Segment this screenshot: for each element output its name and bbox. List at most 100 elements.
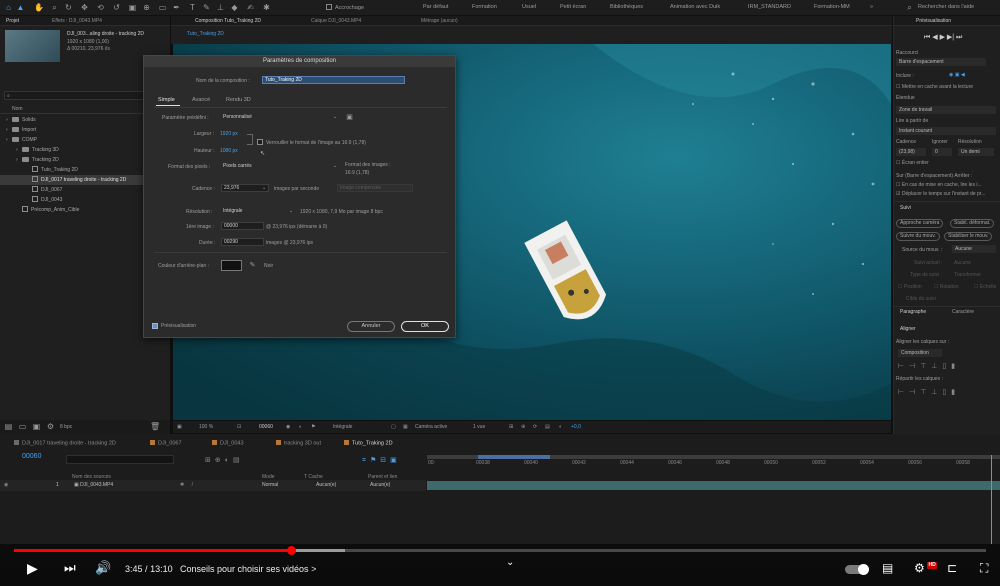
align-buttons[interactable]: ⊢⊣⊤⊥▯▮ xyxy=(898,362,960,370)
timeline-search-input[interactable] xyxy=(66,455,174,464)
current-timecode[interactable]: 00060 xyxy=(259,424,273,430)
play-from-dropdown[interactable]: Instant courant xyxy=(896,127,996,135)
always-preview-icon[interactable]: ▣ xyxy=(177,424,182,430)
column-name-header[interactable]: Nom xyxy=(12,106,23,112)
settings-icon[interactable]: ⚙ xyxy=(914,561,925,575)
frame-rate-dropdown[interactable]: (23,98) xyxy=(896,148,926,156)
chevron-down-icon[interactable]: ⌄ xyxy=(506,557,514,568)
tab-effects[interactable]: Effets : DJI_0043.MP4 xyxy=(52,18,102,24)
resolution-dropdown[interactable]: Intégrale ⌄ xyxy=(223,207,295,215)
timeline-tab[interactable]: DJI_0017 traveling droite - tracking 2D xyxy=(14,440,116,447)
visibility-icon[interactable]: ◉ xyxy=(4,482,8,488)
eyedropper-icon[interactable]: ✎ xyxy=(248,261,257,270)
resolution-dropdown[interactable]: Intégrale xyxy=(333,424,352,430)
fit-icon[interactable]: ⊡ xyxy=(237,424,241,430)
move-tool-icon[interactable]: ✥ xyxy=(80,3,89,12)
track-camera-button[interactable]: Approche caméra xyxy=(896,219,944,228)
toggle-mask-icon[interactable]: ⚑ xyxy=(311,424,315,430)
subtitles-icon[interactable]: ▤ xyxy=(882,561,893,575)
distribute-buttons[interactable]: ⊢⊣⊤⊥▯▮ xyxy=(898,388,960,396)
timeline-tab[interactable]: tracking 3D out xyxy=(276,440,321,447)
eraser-tool-icon[interactable]: ◆ xyxy=(230,3,239,12)
align-to-dropdown[interactable]: Composition xyxy=(898,349,942,357)
tab-simple[interactable]: Simple xyxy=(158,97,175,103)
layer-switches[interactable]: ✱ / xyxy=(180,482,196,488)
fullscreen-checkbox[interactable]: ☐ Écran entier xyxy=(896,160,929,166)
range-dropdown[interactable]: Zone de travail xyxy=(896,106,996,114)
exposure-value[interactable]: +0,0 xyxy=(571,424,581,430)
rotation-tool-icon[interactable]: ↺ xyxy=(112,3,121,12)
workspace-menu-icon[interactable]: » xyxy=(870,4,873,10)
puppet-tool-icon[interactable]: ✱ xyxy=(262,3,271,12)
preview-checkbox[interactable] xyxy=(152,323,158,329)
cache-checkbox[interactable]: ☐ Mettre en cache avant la lecture xyxy=(896,84,973,90)
chapter-button[interactable]: Conseils pour choisir ses vidéos > xyxy=(180,564,316,574)
roto-brush-icon[interactable]: ✍ xyxy=(246,3,255,12)
pen-tool-icon[interactable]: ✒ xyxy=(172,3,181,12)
tab-footage[interactable]: Métrage (aucun) xyxy=(421,18,458,24)
motion-source-dropdown[interactable]: Aucune xyxy=(952,245,996,253)
fast-preview-icon[interactable]: ⟳ xyxy=(533,424,537,430)
new-comp-icon[interactable]: ▣ xyxy=(32,422,41,431)
brush-tool-icon[interactable]: ✎ xyxy=(202,3,211,12)
layer-duration-bar[interactable] xyxy=(427,481,1000,490)
start-frame-input[interactable]: 00000 xyxy=(221,222,264,230)
timeline-tab[interactable]: Tuto_Traking 2D xyxy=(344,440,393,447)
tab-advanced[interactable]: Avancé xyxy=(192,97,210,103)
track-motion-button[interactable]: Suivre du mouv. xyxy=(896,232,940,241)
preset-dropdown[interactable]: Personnalisé ⌄ xyxy=(223,113,339,121)
play-icon[interactable]: ▶ xyxy=(27,560,38,577)
tab-layer[interactable]: Calque DJI_0043.MP4 xyxy=(311,18,361,24)
camera-snapshot-icon[interactable]: ◉ xyxy=(286,424,290,430)
res-dropdown[interactable]: Un demi xyxy=(958,148,994,156)
project-search-input[interactable]: ⌕ xyxy=(4,91,166,100)
shortcut-dropdown[interactable]: Barre d'espacement xyxy=(896,58,986,66)
layer-parent-dropdown[interactable]: Aucun(e) xyxy=(370,482,390,488)
transparency-grid-icon[interactable]: ▦ xyxy=(403,424,408,430)
pixel-aspect-dropdown[interactable]: Pixels carrés ⌄ xyxy=(223,162,339,170)
comp-breadcrumb[interactable]: Tuto_Traking 2D xyxy=(187,31,224,37)
interpret-footage-icon[interactable]: ▤ xyxy=(4,422,13,431)
workspace-item[interactable]: Bibliothèques xyxy=(610,4,643,10)
workspace-item[interactable]: Usuel xyxy=(522,4,536,10)
workspace-item[interactable]: Formation xyxy=(472,4,497,10)
workspace-item[interactable]: Formation-MM xyxy=(814,4,850,10)
rotate-tool-icon[interactable]: ⟲ xyxy=(96,3,105,12)
timeline-current-time[interactable]: 00060 xyxy=(22,453,41,460)
chevron-down-icon[interactable]: ⌄ xyxy=(262,185,266,191)
tab-character[interactable]: Caractère xyxy=(952,309,974,315)
cast-icon[interactable]: ⊏ xyxy=(947,561,957,575)
tab-preview[interactable]: Prévisualisation xyxy=(916,18,951,24)
help-search[interactable]: Rechercher dans l'aide xyxy=(918,4,974,10)
workspace-item[interactable]: Animation avec Duik xyxy=(670,4,720,10)
rectangle-tool-icon[interactable]: ▭ xyxy=(158,3,167,12)
views-dropdown[interactable]: 1 vue xyxy=(473,424,485,430)
include-video-audio-icons[interactable]: ◉ ▣ ◀ xyxy=(949,72,965,78)
snap-toggle[interactable]: Accrochage xyxy=(326,4,364,11)
lock-ratio-checkbox[interactable] xyxy=(257,139,263,145)
bit-depth[interactable]: 8 bpc xyxy=(60,424,72,430)
playback-controls[interactable]: ⏮ ◀ ▶ ▶| ⏭ xyxy=(924,33,962,42)
layer-row[interactable]: ◉ 1 ▣ DJI_0043.MP4 ✱ / Normal Aucun(e) A… xyxy=(0,480,426,491)
clone-tool-icon[interactable]: ⊥ xyxy=(216,3,225,12)
warp-stabilizer-button[interactable]: Stabil. déformat. xyxy=(950,219,995,228)
layer-mode-dropdown[interactable]: Normal xyxy=(262,482,278,488)
orbit-tool-icon[interactable]: ↻ xyxy=(64,3,73,12)
duration-input[interactable]: 00290 xyxy=(221,238,264,246)
timeline-switches[interactable]: ⊞⊕◐▤ xyxy=(205,456,244,464)
zoom-tool-icon[interactable]: ⌕ xyxy=(50,3,59,12)
exposure-reset-icon[interactable]: ◐ xyxy=(559,424,562,430)
grid-icon[interactable]: ⊞ xyxy=(509,424,513,430)
fullscreen-icon[interactable]: ⛶ xyxy=(980,561,988,576)
camera-dropdown[interactable]: Caméra active xyxy=(415,424,447,430)
next-icon[interactable]: ⏭ xyxy=(64,560,76,576)
workspace-item[interactable]: Par défaut xyxy=(423,4,448,10)
skip-dropdown[interactable]: 0 xyxy=(932,148,952,156)
tab-paragraph[interactable]: Paragraphe xyxy=(900,309,926,315)
ok-button[interactable]: OK xyxy=(401,321,449,332)
hand-tool-icon[interactable]: ✋ xyxy=(34,3,44,12)
timeline-tab[interactable]: DJI_0043 xyxy=(212,440,244,447)
save-preset-icon[interactable]: ▣ xyxy=(345,113,354,122)
comp-name-input[interactable]: Tuto_Traking 2D xyxy=(262,76,405,84)
flowchart-icon[interactable]: ⊕ xyxy=(521,424,525,430)
